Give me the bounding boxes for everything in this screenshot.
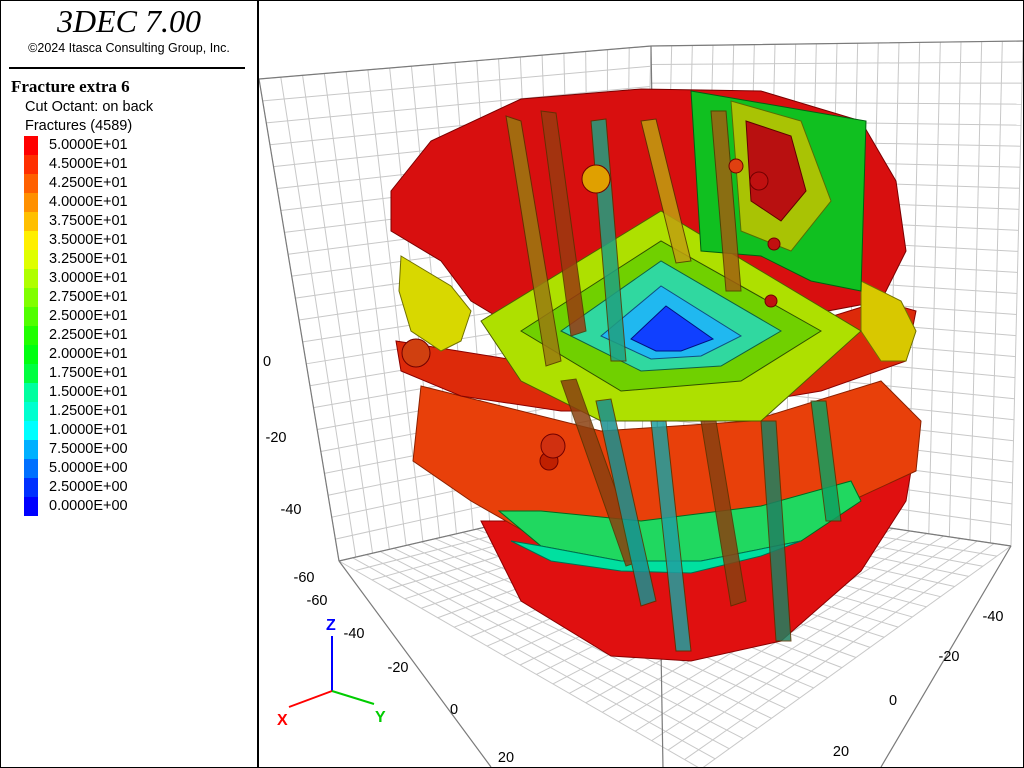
x-tick: -20 [388,660,409,676]
legend-row: 3.5000E+01 [24,231,224,250]
cut-octant-text: Cut Octant: on back [25,99,154,115]
legend-swatch [24,231,38,250]
legend-label: 2.0000E+01 [49,346,128,362]
app-frame: 3DEC 7.00 ©2024 Itasca Consulting Group,… [0,0,1024,768]
x-tick: 20 [498,750,514,766]
legend-row: 1.7500E+01 [24,364,224,383]
app-title: 3DEC 7.00 [57,3,201,39]
legend-swatch [24,326,38,345]
z-tick: -40 [281,502,302,518]
x-tick: 0 [450,702,458,718]
legend-label: 1.2500E+01 [49,403,128,419]
legend-swatch [24,478,38,497]
triad-y-label: Y [375,709,386,726]
legend-swatch [24,497,38,516]
y-tick: 0 [889,693,897,709]
legend-label: 2.5000E+01 [49,308,128,324]
legend-label: 1.0000E+01 [49,422,128,438]
legend-swatch [24,193,38,212]
legend-swatch [24,345,38,364]
y-tick: -40 [983,609,1004,625]
legend-label: 3.0000E+01 [49,270,128,286]
z-tick: 0 [263,354,271,370]
legend-row: 5.0000E+00 [24,459,224,478]
legend-row: 1.2500E+01 [24,402,224,421]
legend-swatch [24,212,38,231]
z-tick: -60 [294,570,315,586]
y-axis-ticks: -40 -20 0 20 [833,609,1004,760]
legend-row: 3.7500E+01 [24,212,224,231]
legend-row: 2.2500E+01 [24,326,224,345]
legend-panel: 3DEC 7.00 ©2024 Itasca Consulting Group,… [1,1,259,767]
legend-label: 0.0000E+00 [49,498,128,514]
legend-row: 1.5000E+01 [24,383,224,402]
legend-swatch [24,250,38,269]
title-divider [9,67,245,69]
legend-label: 1.5000E+01 [49,384,128,400]
legend-label: 1.7500E+01 [49,365,128,381]
copyright-text: ©2024 Itasca Consulting Group, Inc. [28,41,230,55]
legend-label: 3.5000E+01 [49,232,128,248]
legend-label: 5.0000E+00 [49,460,128,476]
legend-swatch [24,136,38,155]
z-tick: -20 [266,430,287,446]
legend-swatch [24,155,38,174]
legend-swatch [24,364,38,383]
model-view[interactable]: 0 -20 -40 -60 -60 -40 -20 0 20 -40 -20 0… [259,1,1023,767]
legend-label: 2.5000E+00 [49,479,128,495]
y-tick: -20 [939,649,960,665]
legend-label: 4.0000E+01 [49,194,128,210]
plot-title: Fracture extra 6 [11,77,130,96]
legend-swatch [24,288,38,307]
fractures-count-text: Fractures (4589) [25,118,133,134]
legend-row: 2.5000E+01 [24,307,224,326]
legend-row: 2.0000E+01 [24,345,224,364]
triad-x-label: X [277,712,288,729]
legend-label: 4.5000E+01 [49,156,128,172]
legend-label: 7.5000E+00 [49,441,128,457]
legend-row: 4.2500E+01 [24,174,224,193]
3d-viewport[interactable]: 0 -20 -40 -60 -60 -40 -20 0 20 -40 -20 0… [259,1,1023,767]
legend-swatch [24,269,38,288]
triad-z-label: Z [326,617,336,634]
legend-label: 2.7500E+01 [49,289,128,305]
legend-swatch [24,402,38,421]
legend-row: 2.7500E+01 [24,288,224,307]
legend-label: 5.0000E+01 [49,137,128,153]
color-legend: 5.0000E+01 4.5000E+01 4.2500E+01 4.0000E+01… [24,136,224,516]
legend-swatch [24,174,38,193]
legend-row: 3.2500E+01 [24,250,224,269]
legend-swatch [24,459,38,478]
legend-row: 0.0000E+00 [24,497,224,516]
legend-label: 3.2500E+01 [49,251,128,267]
legend-row: 4.0000E+01 [24,193,224,212]
legend-label: 4.2500E+01 [49,175,128,191]
legend-swatch [24,421,38,440]
legend-row: 7.5000E+00 [24,440,224,459]
x-tick: -40 [344,626,365,642]
y-tick: 20 [833,744,849,760]
legend-swatch [24,440,38,459]
x-tick: -60 [307,593,328,609]
legend-swatch [24,383,38,402]
legend-row: 1.0000E+01 [24,421,224,440]
legend-label: 2.2500E+01 [49,327,128,343]
legend-row: 2.5000E+00 [24,478,224,497]
legend-swatch [24,307,38,326]
legend-label: 3.7500E+01 [49,213,128,229]
legend-row: 3.0000E+01 [24,269,224,288]
legend-row: 5.0000E+01 [24,136,224,155]
legend-row: 4.5000E+01 [24,155,224,174]
